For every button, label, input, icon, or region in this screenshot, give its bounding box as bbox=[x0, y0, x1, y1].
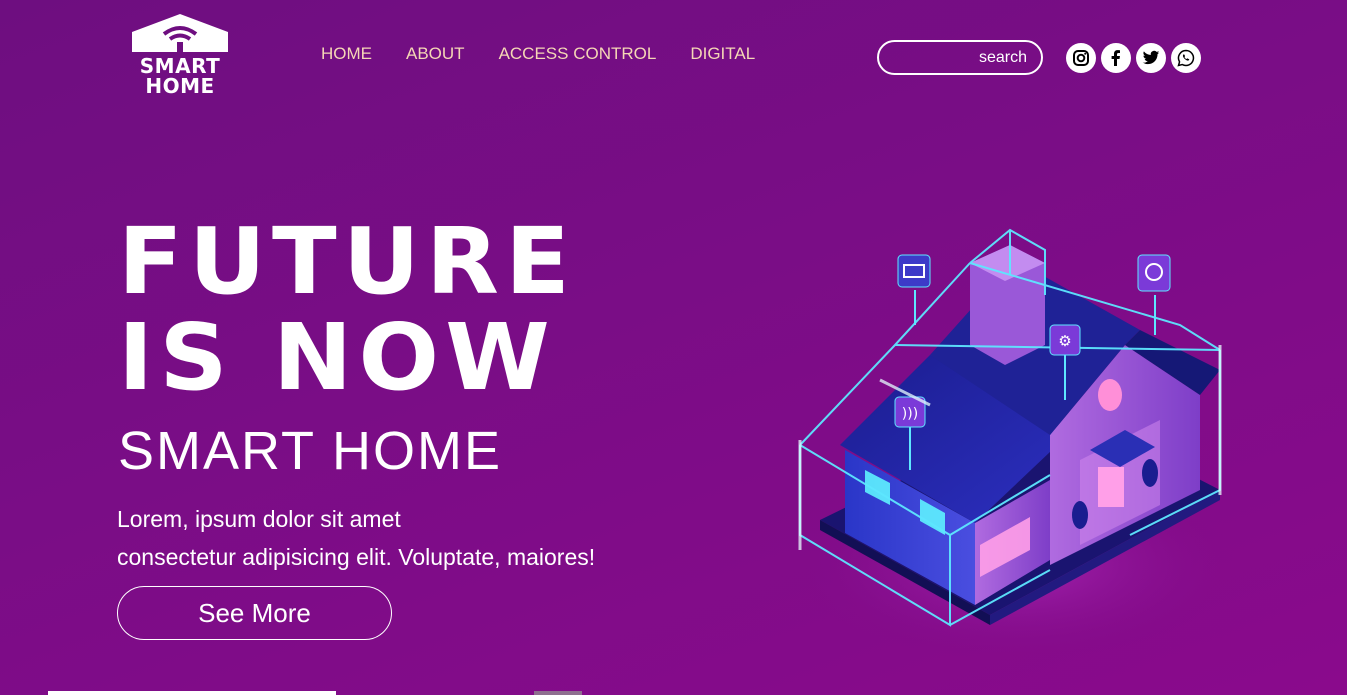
house-wifi-logo-icon bbox=[132, 14, 228, 52]
main-nav: HOME ABOUT ACCESS CONTROL DIGITAL bbox=[321, 44, 755, 64]
social-links bbox=[1066, 43, 1201, 73]
nav-digital[interactable]: DIGITAL bbox=[690, 44, 755, 64]
hero-description: Lorem, ipsum dolor sit amet consectetur … bbox=[117, 500, 677, 576]
logo-line1: SMART bbox=[139, 54, 221, 78]
smart-house-illustration: ))) ⚙ bbox=[795, 228, 1235, 660]
logo[interactable]: SMART HOME bbox=[130, 12, 230, 98]
instagram-icon[interactable] bbox=[1066, 43, 1096, 73]
hero-text-line2: consectetur adipisicing elit. Voluptate,… bbox=[117, 544, 596, 570]
facebook-icon[interactable] bbox=[1101, 43, 1131, 73]
search-box bbox=[877, 40, 1043, 75]
nav-about[interactable]: ABOUT bbox=[406, 44, 465, 64]
hero-title: FUTURE IS NOW bbox=[118, 214, 576, 406]
see-more-button[interactable]: See More bbox=[117, 586, 392, 640]
hero-title-line1: FUTURE bbox=[118, 208, 577, 315]
slider-indicator-active[interactable] bbox=[48, 691, 336, 695]
logo-line2: HOME bbox=[145, 74, 215, 98]
search-input[interactable] bbox=[879, 42, 1041, 73]
hero-title-line2: IS NOW bbox=[118, 304, 556, 411]
nav-access-control[interactable]: ACCESS CONTROL bbox=[499, 44, 657, 64]
nav-home[interactable]: HOME bbox=[321, 44, 372, 64]
whatsapp-icon[interactable] bbox=[1171, 43, 1201, 73]
slider-indicator[interactable] bbox=[534, 691, 582, 695]
svg-text:⚙: ⚙ bbox=[1058, 332, 1071, 350]
hero-text-line1: Lorem, ipsum dolor sit amet bbox=[117, 506, 401, 532]
svg-text:))): ))) bbox=[902, 406, 918, 422]
twitter-icon[interactable] bbox=[1136, 43, 1166, 73]
hero-subtitle: SMART HOME bbox=[118, 421, 503, 481]
